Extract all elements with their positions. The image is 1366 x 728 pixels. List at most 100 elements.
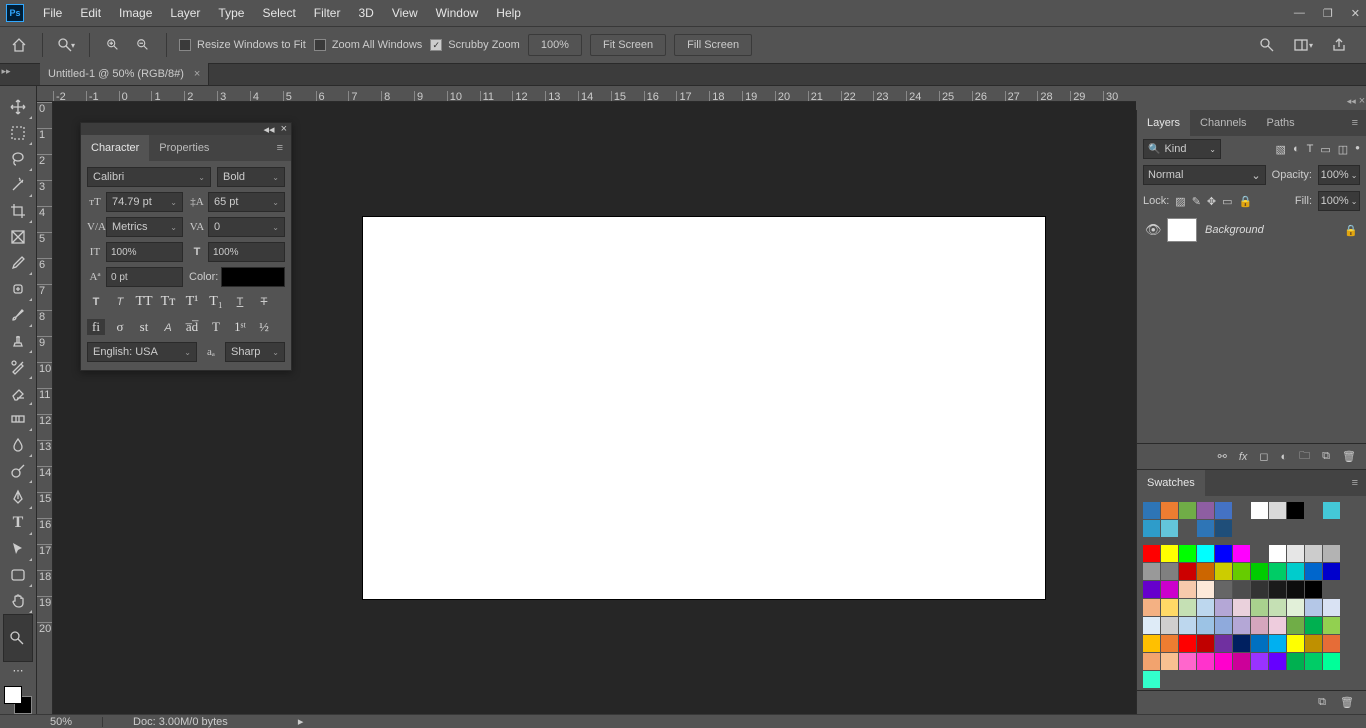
swatch[interactable]: [1179, 545, 1196, 562]
swatch[interactable]: [1323, 502, 1340, 519]
tab-properties[interactable]: Properties: [149, 135, 219, 161]
swatch[interactable]: [1323, 635, 1340, 652]
swatch[interactable]: [1305, 635, 1322, 652]
swatch[interactable]: [1179, 617, 1196, 634]
swatch[interactable]: [1215, 520, 1232, 537]
lock-trans-icon[interactable]: ▨: [1175, 195, 1185, 208]
scrubby-zoom-checkbox[interactable]: ✓Scrubby Zoom: [430, 39, 520, 51]
swatch[interactable]: [1305, 653, 1322, 670]
swatch[interactable]: [1143, 545, 1160, 562]
tab-layers[interactable]: Layers: [1137, 110, 1190, 136]
swatch[interactable]: [1215, 563, 1232, 580]
swatch[interactable]: [1197, 653, 1214, 670]
swatch[interactable]: [1251, 563, 1268, 580]
menu-type[interactable]: Type: [209, 0, 253, 26]
color-wells[interactable]: [4, 686, 32, 714]
vscale-field[interactable]: 100%: [106, 242, 183, 262]
swatch[interactable]: [1323, 617, 1340, 634]
swatches-menu-icon[interactable]: ≡: [1344, 477, 1366, 489]
swatch[interactable]: [1197, 635, 1214, 652]
filter-type-icon[interactable]: T: [1307, 143, 1314, 156]
swatch[interactable]: [1305, 545, 1322, 562]
swatch[interactable]: [1161, 653, 1178, 670]
blur-tool[interactable]: [3, 432, 33, 458]
ligatures-icon[interactable]: fi: [87, 319, 105, 335]
font-style-select[interactable]: Bold⌄: [217, 167, 285, 187]
swatch[interactable]: [1269, 599, 1286, 616]
swatch[interactable]: [1269, 635, 1286, 652]
swatch[interactable]: [1143, 635, 1160, 652]
swatch[interactable]: [1287, 563, 1304, 580]
lock-nesting-icon[interactable]: ▭: [1222, 195, 1232, 208]
swatch[interactable]: [1197, 617, 1214, 634]
swatch[interactable]: [1143, 671, 1160, 688]
antialias-select[interactable]: Sharp⌄: [225, 342, 285, 362]
swatch[interactable]: [1197, 520, 1214, 537]
baseline-field[interactable]: 0 pt: [106, 267, 183, 287]
swatch[interactable]: [1305, 581, 1322, 598]
allcaps-icon[interactable]: TT: [135, 294, 153, 310]
lasso-tool[interactable]: [3, 146, 33, 172]
swatch[interactable]: [1233, 563, 1250, 580]
swatch[interactable]: [1233, 653, 1250, 670]
swatch[interactable]: [1269, 545, 1286, 562]
underline-icon[interactable]: T: [231, 294, 249, 310]
zoom-tool[interactable]: [3, 614, 33, 662]
filter-adjust-icon[interactable]: ◐: [1293, 143, 1300, 156]
status-zoom[interactable]: 50%: [50, 716, 72, 728]
layer-list[interactable]: 👁 Background 🔒: [1137, 214, 1366, 443]
swatch[interactable]: [1233, 617, 1250, 634]
hscale-field[interactable]: 100%: [208, 242, 285, 262]
swatch[interactable]: [1287, 545, 1304, 562]
swatch[interactable]: [1197, 545, 1214, 562]
lock-pixels-icon[interactable]: ✎: [1192, 195, 1201, 208]
swatch[interactable]: [1197, 581, 1214, 598]
swatch[interactable]: [1251, 617, 1268, 634]
filter-kind-select[interactable]: 🔍Kind⌄: [1143, 139, 1221, 159]
swatch[interactable]: [1143, 617, 1160, 634]
swatch[interactable]: [1287, 617, 1304, 634]
swatch[interactable]: [1215, 545, 1232, 562]
swatch[interactable]: [1197, 599, 1214, 616]
crop-tool[interactable]: [3, 198, 33, 224]
adjustment-layer-icon[interactable]: ◐: [1281, 451, 1288, 463]
swatch[interactable]: [1161, 545, 1178, 562]
swatch[interactable]: [1179, 635, 1196, 652]
home-icon[interactable]: [8, 34, 30, 56]
kerning-field[interactable]: Metrics⌄: [106, 217, 183, 237]
swatch[interactable]: [1179, 563, 1196, 580]
swatch[interactable]: [1143, 581, 1160, 598]
hand-tool[interactable]: [3, 588, 33, 614]
swatch[interactable]: [1161, 635, 1178, 652]
superscript-icon[interactable]: T¹: [183, 294, 201, 310]
fractions-icon[interactable]: ½: [255, 319, 273, 335]
swatch[interactable]: [1251, 599, 1268, 616]
swatch[interactable]: [1251, 502, 1268, 519]
menu-filter[interactable]: Filter: [305, 0, 350, 26]
swatch[interactable]: [1305, 599, 1322, 616]
swatch[interactable]: [1161, 581, 1178, 598]
share-icon[interactable]: [1328, 34, 1350, 56]
contextual-icon[interactable]: σ: [111, 319, 129, 335]
lock-all-icon[interactable]: 🔒: [1239, 195, 1253, 208]
filter-pixel-icon[interactable]: ▧: [1276, 143, 1286, 156]
clone-stamp-tool[interactable]: [3, 328, 33, 354]
layer-thumbnail[interactable]: [1167, 218, 1197, 242]
swatch[interactable]: [1305, 617, 1322, 634]
rectangle-tool[interactable]: [3, 562, 33, 588]
swatch[interactable]: [1215, 599, 1232, 616]
layer-mask-icon[interactable]: ◻: [1259, 450, 1268, 463]
menu-view[interactable]: View: [383, 0, 427, 26]
swatch[interactable]: [1287, 599, 1304, 616]
layer-fx-icon[interactable]: fx: [1239, 451, 1248, 463]
swatch[interactable]: [1143, 520, 1160, 537]
language-select[interactable]: English: USA⌄: [87, 342, 197, 362]
titling-icon[interactable]: T: [207, 319, 225, 335]
swatch[interactable]: [1161, 563, 1178, 580]
eraser-tool[interactable]: [3, 380, 33, 406]
eyedropper-tool[interactable]: [3, 250, 33, 276]
tab-character[interactable]: Character: [81, 135, 149, 161]
tab-paths[interactable]: Paths: [1257, 110, 1305, 136]
zoom-tool-icon[interactable]: ▾: [55, 34, 77, 56]
fill-field[interactable]: 100%⌄: [1318, 191, 1360, 211]
